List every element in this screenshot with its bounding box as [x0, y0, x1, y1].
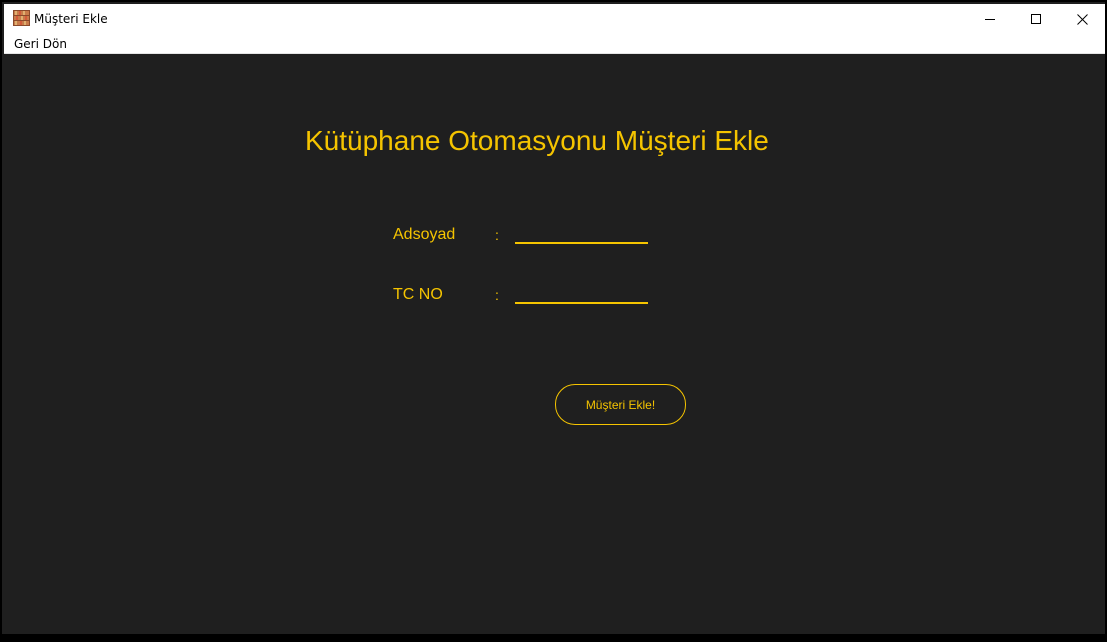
maximize-icon [1031, 14, 1041, 24]
page-title: Kütüphane Otomasyonu Müşteri Ekle [305, 125, 769, 156]
minimize-icon [985, 14, 995, 24]
tc-no-label: TC NO [393, 286, 443, 303]
bookshelf-icon [13, 10, 30, 26]
maximize-button[interactable] [1013, 4, 1059, 34]
menu-bar: Geri Dön [4, 34, 1105, 54]
adsoyad-separator: : [495, 227, 499, 243]
adsoyad-label: Adsoyad [393, 226, 456, 243]
title-bar[interactable]: Müşteri Ekle [4, 4, 1105, 34]
tc-no-input[interactable] [515, 282, 648, 304]
close-button[interactable] [1059, 4, 1105, 34]
app-window: Müşteri Ekle Geri Dön Kütüphane Otomasyo… [0, 0, 1107, 642]
add-customer-button[interactable]: Müşteri Ekle! [555, 384, 686, 425]
close-icon [1076, 13, 1088, 25]
window-bottom-edge [2, 634, 1107, 642]
menu-item-geri-don[interactable]: Geri Dön [13, 37, 68, 51]
tc-no-separator: : [495, 287, 499, 303]
adsoyad-input[interactable] [515, 222, 648, 244]
window-title: Müşteri Ekle [34, 12, 108, 26]
add-customer-button-label: Müşteri Ekle! [585, 397, 656, 412]
minimize-button[interactable] [967, 4, 1013, 34]
form-panel: Kütüphane Otomasyonu Müşteri Ekle Adsoya… [4, 55, 1105, 634]
